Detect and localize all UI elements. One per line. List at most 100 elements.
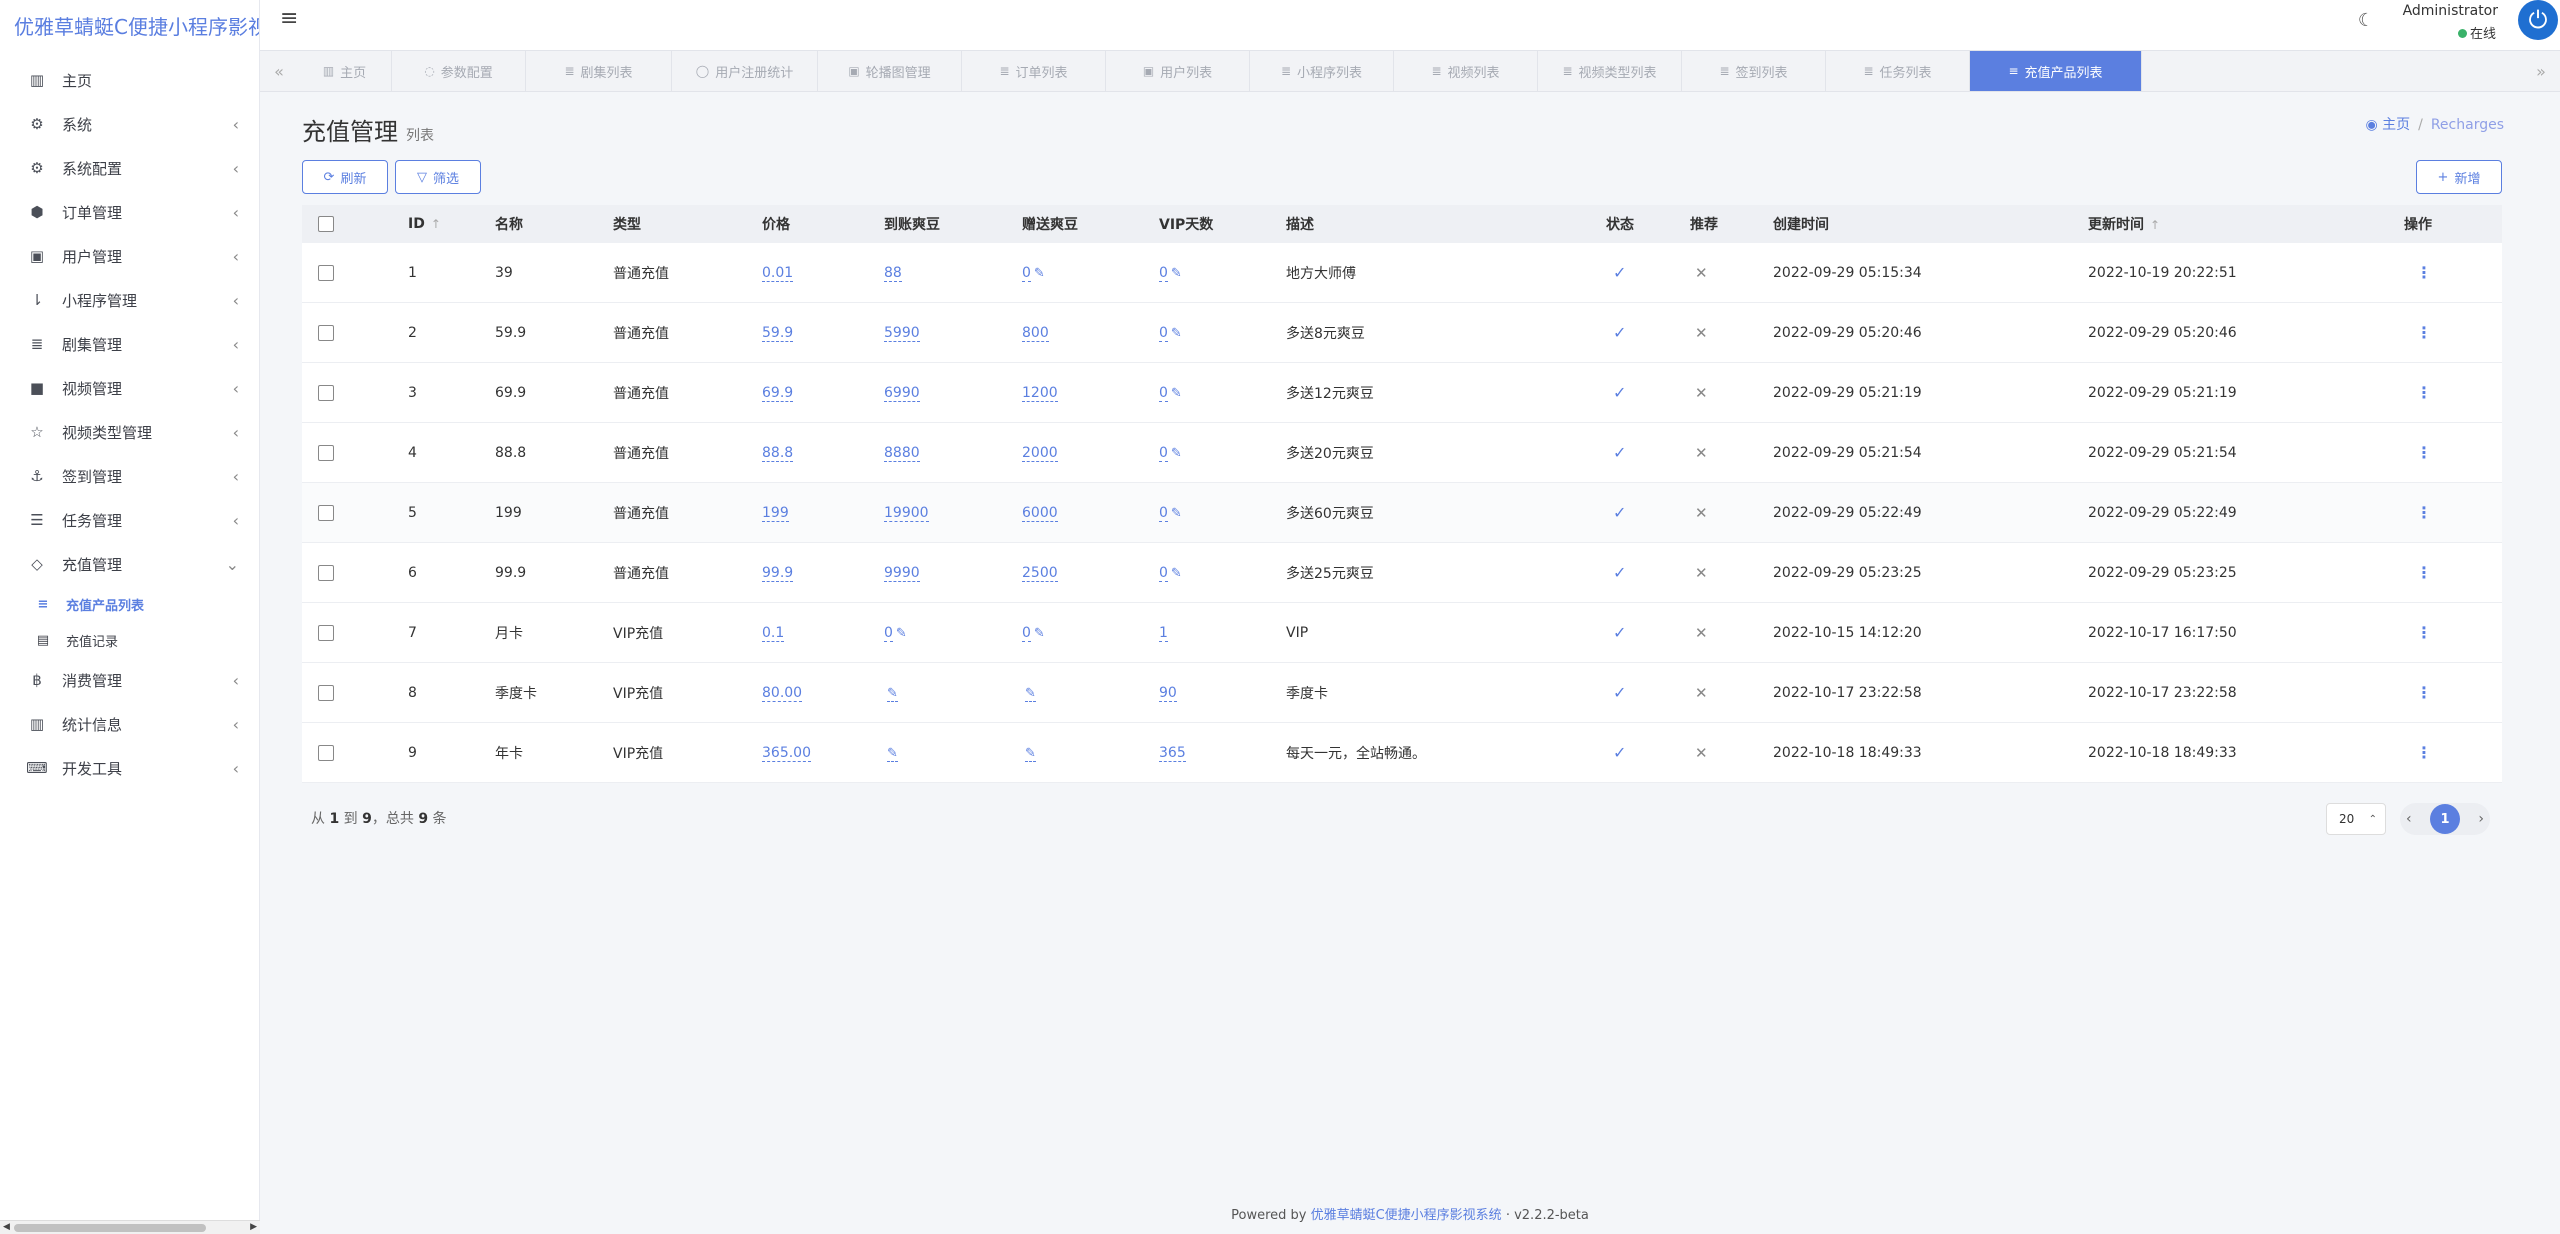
editable-value[interactable]: 0 [1159, 444, 1168, 462]
check-icon[interactable]: ✓ [1613, 563, 1626, 582]
edit-pencil-icon[interactable]: ✎ [1171, 446, 1182, 461]
tab[interactable]: ≣ 视频类型列表 [1538, 51, 1682, 91]
edit-pencil-icon[interactable]: ✎ [1171, 506, 1182, 521]
editable-value[interactable]: 6990 [884, 384, 920, 402]
sort-arrow-icon[interactable]: ↑ [431, 217, 441, 231]
editable-value[interactable]: 1 [1159, 624, 1168, 642]
editable-value[interactable]: 8880 [884, 444, 920, 462]
check-icon[interactable]: ✓ [1613, 323, 1626, 342]
cell-arrive[interactable]: 0 ✎ [884, 624, 907, 642]
check-icon[interactable]: ✓ [1613, 443, 1626, 462]
tab[interactable]: ≣ 任务列表 [1826, 51, 1970, 91]
edit-pencil-icon[interactable]: ✎ [1034, 626, 1045, 641]
cell-vip_days[interactable]: 90 [1159, 684, 1177, 702]
cell-price[interactable]: 365.00 [762, 744, 811, 762]
menu-toggle-icon[interactable]: ≡ [280, 6, 298, 31]
editable-value[interactable]: 2000 [1022, 444, 1058, 462]
page-size-select[interactable]: 20 ⌃ [2326, 803, 2386, 835]
cell-arrive[interactable]: ✎ [884, 745, 898, 762]
cell-vip_days[interactable]: 0 ✎ [1159, 564, 1182, 582]
editable-value[interactable]: 0 [1022, 624, 1031, 642]
sidebar-item-tasks[interactable]: ☰ 任务管理 ‹ [0, 498, 259, 542]
tab[interactable]: ▣ 轮播图管理 [818, 51, 962, 91]
check-icon[interactable]: ✓ [1613, 743, 1626, 762]
app-brand[interactable]: 优雅草蜻蜓C便捷小程序影视系统 [0, 0, 259, 52]
sidebar-item-user-book[interactable]: ▣ 用户管理 ‹ [0, 234, 259, 278]
edit-pencil-icon[interactable]: ✎ [1171, 566, 1182, 581]
check-icon[interactable]: ✓ [1613, 383, 1626, 402]
cell-price[interactable]: 0.1 [762, 624, 785, 642]
editable-value[interactable]: 59.9 [762, 324, 794, 342]
sidebar-item-sort-amount[interactable]: ⇂ 小程序管理 ‹ [0, 278, 259, 322]
editable-value[interactable]: 80.00 [762, 684, 803, 702]
breadcrumb-home[interactable]: 主页 [2382, 117, 2410, 133]
edit-pencil-icon[interactable]: ✎ [1171, 326, 1182, 341]
tab[interactable]: ≣ 视频列表 [1394, 51, 1538, 91]
cross-icon[interactable]: ✕ [1695, 624, 1708, 642]
current-page-button[interactable]: 1 [2430, 804, 2460, 834]
row-checkbox[interactable] [318, 324, 334, 341]
sidebar-item-star-half[interactable]: ☆ 视频类型管理 ‹ [0, 410, 259, 454]
cell-arrive[interactable]: 88 [884, 264, 902, 282]
sidebar-horizontal-scrollbar[interactable]: ◀ ▶ [0, 1220, 260, 1234]
sidebar-subitem[interactable]: ▤ 充值记录 [0, 622, 259, 658]
cell-gift[interactable]: ✎ [1022, 745, 1036, 762]
tab[interactable]: ▥ 主页 [298, 51, 392, 91]
cell-price[interactable]: 88.8 [762, 444, 794, 462]
sort-arrow-icon[interactable]: ↑ [2150, 218, 2160, 232]
sidebar-item-bar-chart[interactable]: ▥ 统计信息 ‹ [0, 702, 259, 746]
sidebar-item-dashboard[interactable]: ▥ 主页 [0, 58, 259, 102]
editable-value[interactable]: 99.9 [762, 564, 794, 582]
editable-value[interactable]: 0 [1159, 264, 1168, 282]
cell-gift[interactable]: 0 ✎ [1022, 264, 1045, 282]
tab[interactable]: ◯ 用户注册统计 [672, 51, 818, 91]
cell-vip_days[interactable]: 0 ✎ [1159, 444, 1182, 462]
tabs-scroll-right-icon[interactable]: » [2522, 51, 2560, 91]
cross-icon[interactable]: ✕ [1695, 744, 1708, 762]
editable-value[interactable]: 0 [884, 624, 893, 642]
cross-icon[interactable]: ✕ [1695, 444, 1708, 462]
row-actions-menu-icon[interactable]: ⋮ [2416, 263, 2432, 282]
row-actions-menu-icon[interactable]: ⋮ [2416, 503, 2432, 522]
row-actions-menu-icon[interactable]: ⋮ [2416, 683, 2432, 702]
cell-price[interactable]: 0.01 [762, 264, 794, 282]
edit-pencil-icon[interactable]: ✎ [896, 626, 907, 641]
editable-value[interactable]: 365.00 [762, 744, 811, 762]
select-all-checkbox[interactable] [318, 216, 334, 232]
tab[interactable]: ≣ 剧集列表 [526, 51, 672, 91]
editable-value[interactable]: 2500 [1022, 564, 1058, 582]
editable-value[interactable]: 88 [884, 264, 902, 282]
editable-value[interactable]: 365 [1159, 744, 1186, 762]
editable-value[interactable]: 0 [1159, 384, 1168, 402]
cross-icon[interactable]: ✕ [1695, 504, 1708, 522]
cell-arrive[interactable]: 5990 [884, 324, 920, 342]
avatar[interactable]: ⏻ [2518, 0, 2558, 40]
scrollbar-thumb[interactable] [14, 1224, 206, 1232]
sidebar-item-diamond[interactable]: ◇ 充值管理 ⌄ [0, 542, 259, 586]
cross-icon[interactable]: ✕ [1695, 564, 1708, 582]
row-checkbox[interactable] [318, 564, 334, 581]
row-actions-menu-icon[interactable]: ⋮ [2416, 563, 2432, 582]
sidebar-item-hexagon[interactable]: ⬢ 订单管理 ‹ [0, 190, 259, 234]
row-checkbox[interactable] [318, 684, 334, 701]
check-icon[interactable]: ✓ [1613, 503, 1626, 522]
edit-pencil-icon[interactable]: ✎ [887, 745, 898, 762]
tab[interactable]: ≡ 充值产品列表 [1970, 51, 2142, 91]
cell-vip_days[interactable]: 1 [1159, 624, 1168, 642]
editable-value[interactable]: 69.9 [762, 384, 794, 402]
cross-icon[interactable]: ✕ [1695, 324, 1708, 342]
sidebar-item-video-camera[interactable]: ■ 视频管理 ‹ [0, 366, 259, 410]
cell-vip_days[interactable]: 0 ✎ [1159, 324, 1182, 342]
row-actions-menu-icon[interactable]: ⋮ [2416, 743, 2432, 762]
row-checkbox[interactable] [318, 264, 334, 281]
cell-arrive[interactable]: 6990 [884, 384, 920, 402]
sidebar-item-anchor[interactable]: ⚓ 签到管理 ‹ [0, 454, 259, 498]
cell-vip_days[interactable]: 365 [1159, 744, 1186, 762]
prev-page-icon[interactable]: ‹ [2406, 811, 2412, 827]
editable-value[interactable]: 0 [1159, 324, 1168, 342]
row-actions-menu-icon[interactable]: ⋮ [2416, 323, 2432, 342]
cell-gift[interactable]: ✎ [1022, 685, 1036, 702]
edit-pencil-icon[interactable]: ✎ [1171, 266, 1182, 281]
check-icon[interactable]: ✓ [1613, 263, 1626, 282]
editable-value[interactable]: 19900 [884, 504, 929, 522]
